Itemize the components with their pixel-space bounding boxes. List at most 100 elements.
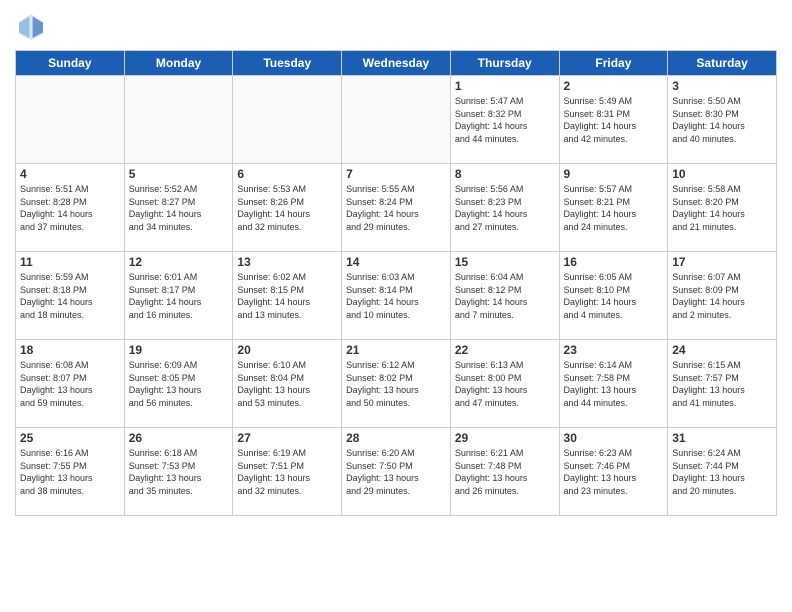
- calendar-week-2: 4Sunrise: 5:51 AM Sunset: 8:28 PM Daylig…: [16, 164, 777, 252]
- calendar-cell: 20 Sunrise: 6:10 AM Sunset: 8:04 PM Dayli…: [233, 340, 342, 428]
- calendar-cell: 19 Sunrise: 6:09 AM Sunset: 8:05 PM Dayli…: [124, 340, 233, 428]
- calendar-cell: 18 Sunrise: 6:08 AM Sunset: 8:07 PM Dayli…: [16, 340, 125, 428]
- calendar-cell: [233, 76, 342, 164]
- day-number: 18: [20, 343, 120, 357]
- weekday-header-wednesday: Wednesday: [342, 51, 451, 76]
- day-number: 12: [129, 255, 229, 269]
- day-number: 15: [455, 255, 555, 269]
- day-info: Sunrise: 6:24 AM Sunset: 7:44 PM Dayligh…: [672, 447, 772, 497]
- day-info: Sunrise: 6:14 AM Sunset: 7:58 PM Dayligh…: [564, 359, 664, 409]
- calendar-cell: 16 Sunrise: 6:05 AM Sunset: 8:10 PM Dayli…: [559, 252, 668, 340]
- day-number: 3: [672, 79, 772, 93]
- calendar-cell: 8 Sunrise: 5:56 AM Sunset: 8:23 PM Daylig…: [450, 164, 559, 252]
- day-info: Sunrise: 5:57 AM Sunset: 8:21 PM Dayligh…: [564, 183, 664, 233]
- calendar-cell: 28Sunrise: 6:20 AM Sunset: 7:50 PM Dayli…: [342, 428, 451, 516]
- calendar-week-1: 1Sunrise: 5:47 AM Sunset: 8:32 PM Daylig…: [16, 76, 777, 164]
- day-number: 22: [455, 343, 555, 357]
- day-number: 11: [20, 255, 120, 269]
- day-info: Sunrise: 5:58 AM Sunset: 8:20 PM Dayligh…: [672, 183, 772, 233]
- day-info: Sunrise: 6:07 AM Sunset: 8:09 PM Dayligh…: [672, 271, 772, 321]
- day-number: 8: [455, 167, 555, 181]
- day-number: 13: [237, 255, 337, 269]
- calendar: SundayMondayTuesdayWednesdayThursdayFrid…: [15, 50, 777, 516]
- calendar-cell: 2Sunrise: 5:49 AM Sunset: 8:31 PM Daylig…: [559, 76, 668, 164]
- day-number: 24: [672, 343, 772, 357]
- day-info: Sunrise: 5:56 AM Sunset: 8:23 PM Dayligh…: [455, 183, 555, 233]
- calendar-header-row: SundayMondayTuesdayWednesdayThursdayFrid…: [16, 51, 777, 76]
- calendar-cell: [16, 76, 125, 164]
- calendar-week-3: 11 Sunrise: 5:59 AM Sunset: 8:18 PM Dayli…: [16, 252, 777, 340]
- day-number: 30: [564, 431, 664, 445]
- day-number: 25: [20, 431, 120, 445]
- calendar-cell: 4Sunrise: 5:51 AM Sunset: 8:28 PM Daylig…: [16, 164, 125, 252]
- day-number: 23: [564, 343, 664, 357]
- weekday-header-friday: Friday: [559, 51, 668, 76]
- day-info: Sunrise: 6:10 AM Sunset: 8:04 PM Dayligh…: [237, 359, 337, 409]
- calendar-cell: 9 Sunrise: 5:57 AM Sunset: 8:21 PM Daylig…: [559, 164, 668, 252]
- calendar-cell: 23 Sunrise: 6:14 AM Sunset: 7:58 PM Dayli…: [559, 340, 668, 428]
- day-info: Sunrise: 6:13 AM Sunset: 8:00 PM Dayligh…: [455, 359, 555, 409]
- day-info: Sunrise: 6:19 AM Sunset: 7:51 PM Dayligh…: [237, 447, 337, 497]
- day-info: Sunrise: 6:04 AM Sunset: 8:12 PM Dayligh…: [455, 271, 555, 321]
- calendar-cell: 24Sunrise: 6:15 AM Sunset: 7:57 PM Dayli…: [668, 340, 777, 428]
- day-info: Sunrise: 6:18 AM Sunset: 7:53 PM Dayligh…: [129, 447, 229, 497]
- day-number: 19: [129, 343, 229, 357]
- day-number: 21: [346, 343, 446, 357]
- calendar-cell: [124, 76, 233, 164]
- day-info: Sunrise: 6:01 AM Sunset: 8:17 PM Dayligh…: [129, 271, 229, 321]
- day-info: Sunrise: 6:23 AM Sunset: 7:46 PM Dayligh…: [564, 447, 664, 497]
- day-info: Sunrise: 5:52 AM Sunset: 8:27 PM Dayligh…: [129, 183, 229, 233]
- calendar-cell: 21 Sunrise: 6:12 AM Sunset: 8:02 PM Dayli…: [342, 340, 451, 428]
- weekday-header-tuesday: Tuesday: [233, 51, 342, 76]
- day-number: 26: [129, 431, 229, 445]
- day-number: 27: [237, 431, 337, 445]
- day-info: Sunrise: 5:53 AM Sunset: 8:26 PM Dayligh…: [237, 183, 337, 233]
- calendar-cell: 7Sunrise: 5:55 AM Sunset: 8:24 PM Daylig…: [342, 164, 451, 252]
- calendar-cell: 29 Sunrise: 6:21 AM Sunset: 7:48 PM Dayli…: [450, 428, 559, 516]
- day-number: 10: [672, 167, 772, 181]
- calendar-week-5: 25Sunrise: 6:16 AM Sunset: 7:55 PM Dayli…: [16, 428, 777, 516]
- weekday-header-thursday: Thursday: [450, 51, 559, 76]
- day-info: Sunrise: 6:02 AM Sunset: 8:15 PM Dayligh…: [237, 271, 337, 321]
- day-number: 16: [564, 255, 664, 269]
- calendar-cell: 1Sunrise: 5:47 AM Sunset: 8:32 PM Daylig…: [450, 76, 559, 164]
- calendar-week-4: 18 Sunrise: 6:08 AM Sunset: 8:07 PM Dayli…: [16, 340, 777, 428]
- calendar-cell: 3Sunrise: 5:50 AM Sunset: 8:30 PM Daylig…: [668, 76, 777, 164]
- calendar-cell: 26 Sunrise: 6:18 AM Sunset: 7:53 PM Dayli…: [124, 428, 233, 516]
- weekday-header-monday: Monday: [124, 51, 233, 76]
- day-info: Sunrise: 6:03 AM Sunset: 8:14 PM Dayligh…: [346, 271, 446, 321]
- calendar-cell: 31Sunrise: 6:24 AM Sunset: 7:44 PM Dayli…: [668, 428, 777, 516]
- calendar-cell: 22 Sunrise: 6:13 AM Sunset: 8:00 PM Dayli…: [450, 340, 559, 428]
- logo: [15, 10, 51, 42]
- calendar-cell: 12 Sunrise: 6:01 AM Sunset: 8:17 PM Dayli…: [124, 252, 233, 340]
- calendar-cell: 11 Sunrise: 5:59 AM Sunset: 8:18 PM Dayli…: [16, 252, 125, 340]
- logo-icon: [15, 10, 47, 42]
- day-number: 29: [455, 431, 555, 445]
- calendar-cell: 25Sunrise: 6:16 AM Sunset: 7:55 PM Dayli…: [16, 428, 125, 516]
- weekday-header-sunday: Sunday: [16, 51, 125, 76]
- day-info: Sunrise: 6:05 AM Sunset: 8:10 PM Dayligh…: [564, 271, 664, 321]
- day-number: 14: [346, 255, 446, 269]
- day-number: 28: [346, 431, 446, 445]
- day-info: Sunrise: 6:21 AM Sunset: 7:48 PM Dayligh…: [455, 447, 555, 497]
- day-number: 20: [237, 343, 337, 357]
- calendar-cell: 5 Sunrise: 5:52 AM Sunset: 8:27 PM Daylig…: [124, 164, 233, 252]
- day-number: 4: [20, 167, 120, 181]
- calendar-cell: 6 Sunrise: 5:53 AM Sunset: 8:26 PM Daylig…: [233, 164, 342, 252]
- calendar-cell: 15 Sunrise: 6:04 AM Sunset: 8:12 PM Dayli…: [450, 252, 559, 340]
- day-info: Sunrise: 5:55 AM Sunset: 8:24 PM Dayligh…: [346, 183, 446, 233]
- day-info: Sunrise: 6:08 AM Sunset: 8:07 PM Dayligh…: [20, 359, 120, 409]
- calendar-cell: [342, 76, 451, 164]
- day-info: Sunrise: 5:59 AM Sunset: 8:18 PM Dayligh…: [20, 271, 120, 321]
- day-number: 5: [129, 167, 229, 181]
- day-number: 2: [564, 79, 664, 93]
- day-info: Sunrise: 6:12 AM Sunset: 8:02 PM Dayligh…: [346, 359, 446, 409]
- header: [15, 10, 777, 42]
- day-number: 6: [237, 167, 337, 181]
- day-info: Sunrise: 6:09 AM Sunset: 8:05 PM Dayligh…: [129, 359, 229, 409]
- day-number: 9: [564, 167, 664, 181]
- calendar-cell: 14 Sunrise: 6:03 AM Sunset: 8:14 PM Dayli…: [342, 252, 451, 340]
- day-info: Sunrise: 5:47 AM Sunset: 8:32 PM Dayligh…: [455, 95, 555, 145]
- calendar-cell: 10 Sunrise: 5:58 AM Sunset: 8:20 PM Dayli…: [668, 164, 777, 252]
- calendar-cell: 13 Sunrise: 6:02 AM Sunset: 8:15 PM Dayli…: [233, 252, 342, 340]
